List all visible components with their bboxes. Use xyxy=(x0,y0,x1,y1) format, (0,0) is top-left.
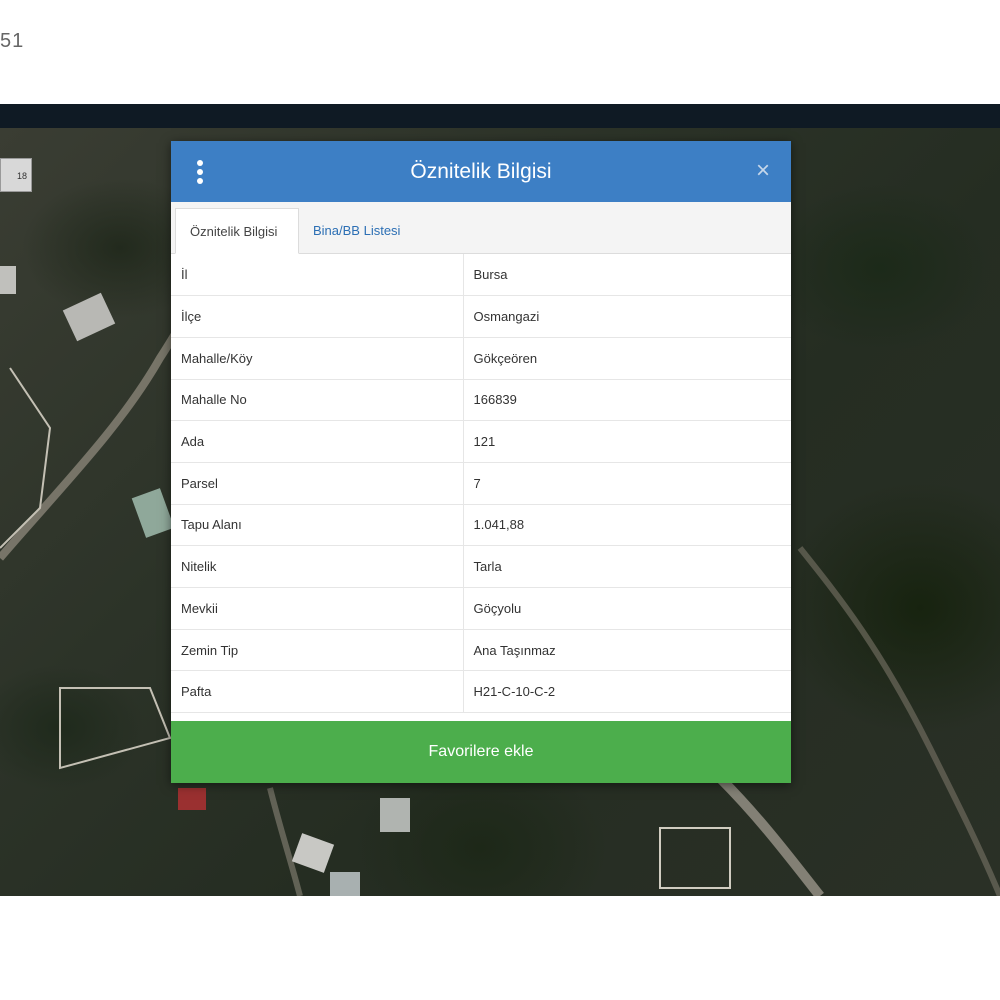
attribute-key: Zemin Tip xyxy=(171,629,464,672)
table-row: İlçe Osmangazi xyxy=(171,295,791,338)
attribute-key: Ada xyxy=(171,420,464,463)
attribute-value: 1.041,88 xyxy=(463,504,791,547)
close-icon[interactable]: × xyxy=(751,159,775,183)
attribute-value: Gökçeören xyxy=(463,337,791,380)
add-to-favorites-button[interactable]: Favorilere ekle xyxy=(171,721,791,783)
attribute-value: 7 xyxy=(463,462,791,505)
attribute-key: Tapu Alanı xyxy=(171,504,464,547)
attribute-value: 166839 xyxy=(463,379,791,422)
table-row: Mahalle/Köy Gökçeören xyxy=(171,337,791,380)
table-row: Ada 121 xyxy=(171,420,791,463)
attribute-key: Mahalle No xyxy=(171,379,464,422)
table-row: İl Bursa xyxy=(171,254,791,297)
tab-attribute-info[interactable]: Öznitelik Bilgisi xyxy=(175,208,299,254)
attribute-value: H21-C-10-C-2 xyxy=(463,670,791,714)
table-row: Parsel 7 xyxy=(171,462,791,505)
attribute-key: Nitelik xyxy=(171,545,464,588)
attribute-key: Pafta xyxy=(171,670,464,714)
table-row: Mevkii Göçyolu xyxy=(171,587,791,630)
table-row: Tapu Alanı 1.041,88 xyxy=(171,504,791,547)
attribute-value: 121 xyxy=(463,420,791,463)
attribute-key: İlçe xyxy=(171,295,464,338)
attribute-value: Tarla xyxy=(463,545,791,588)
attribute-key: Parsel xyxy=(171,462,464,505)
table-row: Zemin Tip Ana Taşınmaz xyxy=(171,629,791,672)
attribute-value: Ana Taşınmaz xyxy=(463,629,791,672)
tab-bar: Öznitelik Bilgisi Bina/BB Listesi xyxy=(171,202,791,254)
attribute-key: İl xyxy=(171,254,464,297)
corner-text: 51 xyxy=(0,30,25,52)
attribute-info-dialog: Öznitelik Bilgisi × Öznitelik Bilgisi Bi… xyxy=(171,141,791,783)
attribute-value: Göçyolu xyxy=(463,587,791,630)
attribute-key: Mahalle/Köy xyxy=(171,337,464,380)
table-row: Nitelik Tarla xyxy=(171,545,791,588)
map-corner-button[interactable]: 18 xyxy=(0,158,32,192)
table-row: Pafta H21-C-10-C-2 xyxy=(171,670,791,714)
map-top-bar xyxy=(0,104,1000,128)
attribute-key: Mevkii xyxy=(171,587,464,630)
attribute-value: Osmangazi xyxy=(463,295,791,338)
attribute-table: İl Bursa İlçe Osmangazi Mahalle/Köy Gökçeör… xyxy=(171,254,791,714)
dialog-title: Öznitelik Bilgisi xyxy=(410,160,552,183)
table-row: Mahalle No 166839 xyxy=(171,379,791,422)
tab-building-list[interactable]: Bina/BB Listesi xyxy=(299,208,414,254)
dialog-header[interactable]: Öznitelik Bilgisi × xyxy=(171,141,791,202)
attribute-value: Bursa xyxy=(463,254,791,297)
